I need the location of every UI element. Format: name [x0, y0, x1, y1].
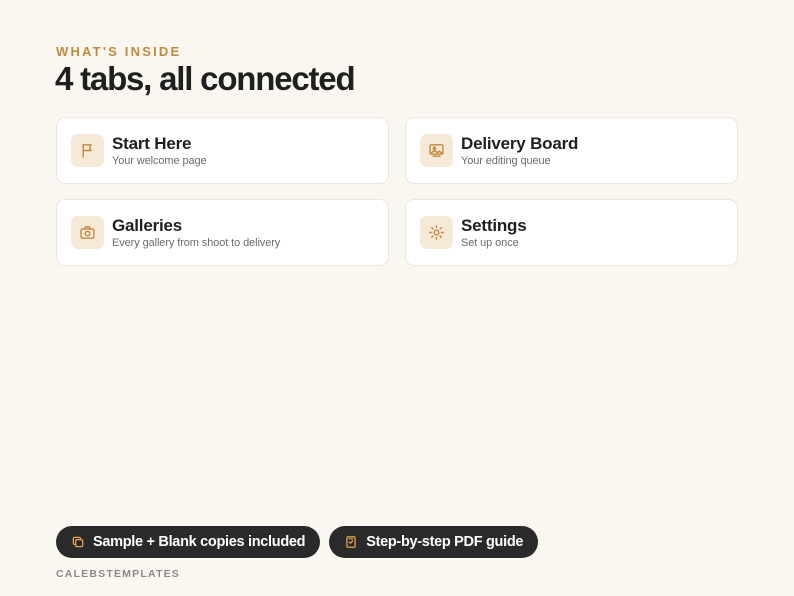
card-subtitle: Your welcome page	[112, 154, 207, 167]
card-galleries[interactable]: Galleries Every gallery from shoot to de…	[56, 199, 389, 266]
card-title: Start Here	[112, 133, 192, 153]
feature-pills: Sample + Blank copies included Step-by-s…	[56, 526, 539, 558]
pill-label: Step-by-step PDF guide	[366, 534, 524, 550]
card-title: Delivery Board	[461, 133, 579, 153]
image-board-icon	[420, 134, 453, 167]
brand-footer: CALEBSTEMPLATES	[56, 568, 180, 580]
card-start-here[interactable]: Start Here Your welcome page	[56, 117, 389, 184]
copy-icon	[72, 536, 84, 548]
sun-settings-icon	[420, 216, 453, 249]
card-subtitle: Every gallery from shoot to delivery	[112, 236, 281, 249]
pill-label: Sample + Blank copies included	[93, 534, 306, 550]
page: WHAT'S INSIDE 4 tabs, all connected Star…	[0, 0, 794, 596]
card-subtitle: Set up once	[461, 236, 519, 249]
flag-icon	[71, 134, 104, 167]
pdf-guide-pill[interactable]: Step-by-step PDF guide	[329, 526, 539, 558]
page-title: 4 tabs, all connected	[55, 60, 356, 97]
card-subtitle: Your editing queue	[461, 154, 551, 167]
checklist-icon	[346, 536, 356, 548]
tabs-grid: Start Here Your welcome page Delivery Bo…	[56, 117, 738, 266]
camera-icon	[71, 216, 104, 249]
section-eyebrow: WHAT'S INSIDE	[56, 44, 182, 59]
card-title: Settings	[461, 215, 527, 235]
sample-copies-pill[interactable]: Sample + Blank copies included	[56, 526, 321, 558]
card-delivery-board[interactable]: Delivery Board Your editing queue	[405, 117, 738, 184]
card-settings[interactable]: Settings Set up once	[405, 199, 738, 266]
card-title: Galleries	[112, 215, 183, 235]
